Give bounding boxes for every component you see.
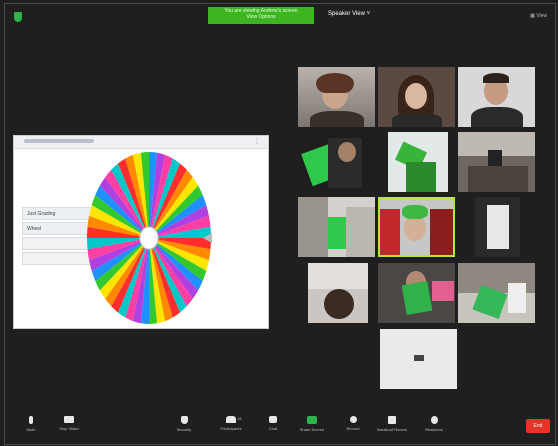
list-item: Just Grading bbox=[22, 207, 92, 220]
record-button[interactable]: Record bbox=[341, 416, 365, 431]
stop-video-button[interactable]: Stop Video bbox=[51, 416, 87, 431]
record-icon bbox=[349, 416, 357, 423]
share-screen-button[interactable]: Share Screen bbox=[295, 416, 329, 432]
stop-video-label: Stop Video bbox=[59, 426, 79, 431]
browser-address-bar bbox=[24, 139, 94, 143]
chat-button[interactable]: Chat bbox=[261, 416, 285, 431]
mute-label: Mute bbox=[26, 427, 36, 432]
share-screen-label: Share Screen bbox=[299, 427, 325, 432]
security-shield-icon[interactable] bbox=[14, 12, 22, 22]
participant-tile bbox=[388, 132, 448, 192]
shield-icon bbox=[180, 416, 188, 424]
microphone-icon bbox=[29, 416, 33, 424]
wheel-hub[interactable] bbox=[139, 226, 159, 250]
spinning-wheel bbox=[87, 152, 212, 324]
participant-tile bbox=[380, 329, 457, 389]
participant-tile bbox=[378, 67, 455, 127]
participant-tile bbox=[378, 263, 455, 323]
participants-count: 18 bbox=[237, 416, 242, 421]
participants-button[interactable]: 18 Participants bbox=[211, 416, 251, 431]
video-camera-icon bbox=[64, 416, 74, 423]
record-label: Record bbox=[346, 426, 360, 431]
speaker-view-button[interactable]: Speaker View ˅ bbox=[328, 11, 370, 17]
reactions-button[interactable]: Reactions bbox=[419, 416, 449, 432]
smiley-icon bbox=[430, 416, 438, 424]
list-item bbox=[22, 252, 92, 265]
participant-tile bbox=[378, 197, 455, 257]
participant-tile bbox=[458, 132, 535, 192]
view-label: View bbox=[536, 13, 547, 19]
participant-tile bbox=[308, 263, 368, 323]
reactions-label: Reactions bbox=[425, 427, 443, 432]
participant-tile bbox=[298, 197, 375, 257]
list-item: Wheel bbox=[22, 222, 92, 235]
breakout-rooms-icon bbox=[388, 416, 396, 424]
participant-tile bbox=[298, 67, 375, 127]
participant-tile bbox=[458, 263, 535, 323]
breakout-rooms-button[interactable]: Breakout Rooms bbox=[371, 416, 413, 432]
participant-tile bbox=[458, 67, 535, 127]
end-meeting-button[interactable]: End bbox=[526, 419, 550, 433]
zoom-window: You are viewing Andrew's screen View Opt… bbox=[4, 3, 556, 445]
participant-tile bbox=[475, 197, 520, 257]
browser-bar: ⋮ bbox=[14, 136, 268, 149]
view-options-label[interactable]: View Options bbox=[208, 14, 314, 20]
entries-list: Just Grading Wheel bbox=[22, 207, 92, 267]
chevron-down-icon: ˅ bbox=[366, 11, 371, 17]
security-button[interactable]: Security bbox=[169, 416, 199, 432]
share-screen-icon bbox=[307, 416, 317, 424]
mute-button[interactable]: Mute bbox=[21, 416, 41, 432]
participants-label: Participants bbox=[220, 426, 242, 431]
chat-bubble-icon bbox=[269, 416, 277, 423]
chat-label: Chat bbox=[268, 426, 278, 431]
view-button[interactable]: ▦ View bbox=[530, 13, 547, 19]
participant-tile bbox=[298, 132, 375, 192]
viewing-screen-banner[interactable]: You are viewing Andrew's screen View Opt… bbox=[208, 7, 314, 24]
security-label: Security bbox=[176, 427, 192, 432]
shared-screen: ⋮ Just Grading Wheel bbox=[13, 135, 269, 329]
speaker-view-label: Speaker View bbox=[328, 11, 365, 17]
grid-icon: ▦ bbox=[530, 13, 535, 19]
meeting-controls: Mute Stop Video Security 18 Participants… bbox=[9, 411, 558, 441]
list-item bbox=[22, 237, 92, 250]
breakout-rooms-label: Breakout Rooms bbox=[377, 427, 407, 432]
people-icon bbox=[226, 416, 236, 423]
browser-menu-icon: ⋮ bbox=[254, 139, 260, 145]
